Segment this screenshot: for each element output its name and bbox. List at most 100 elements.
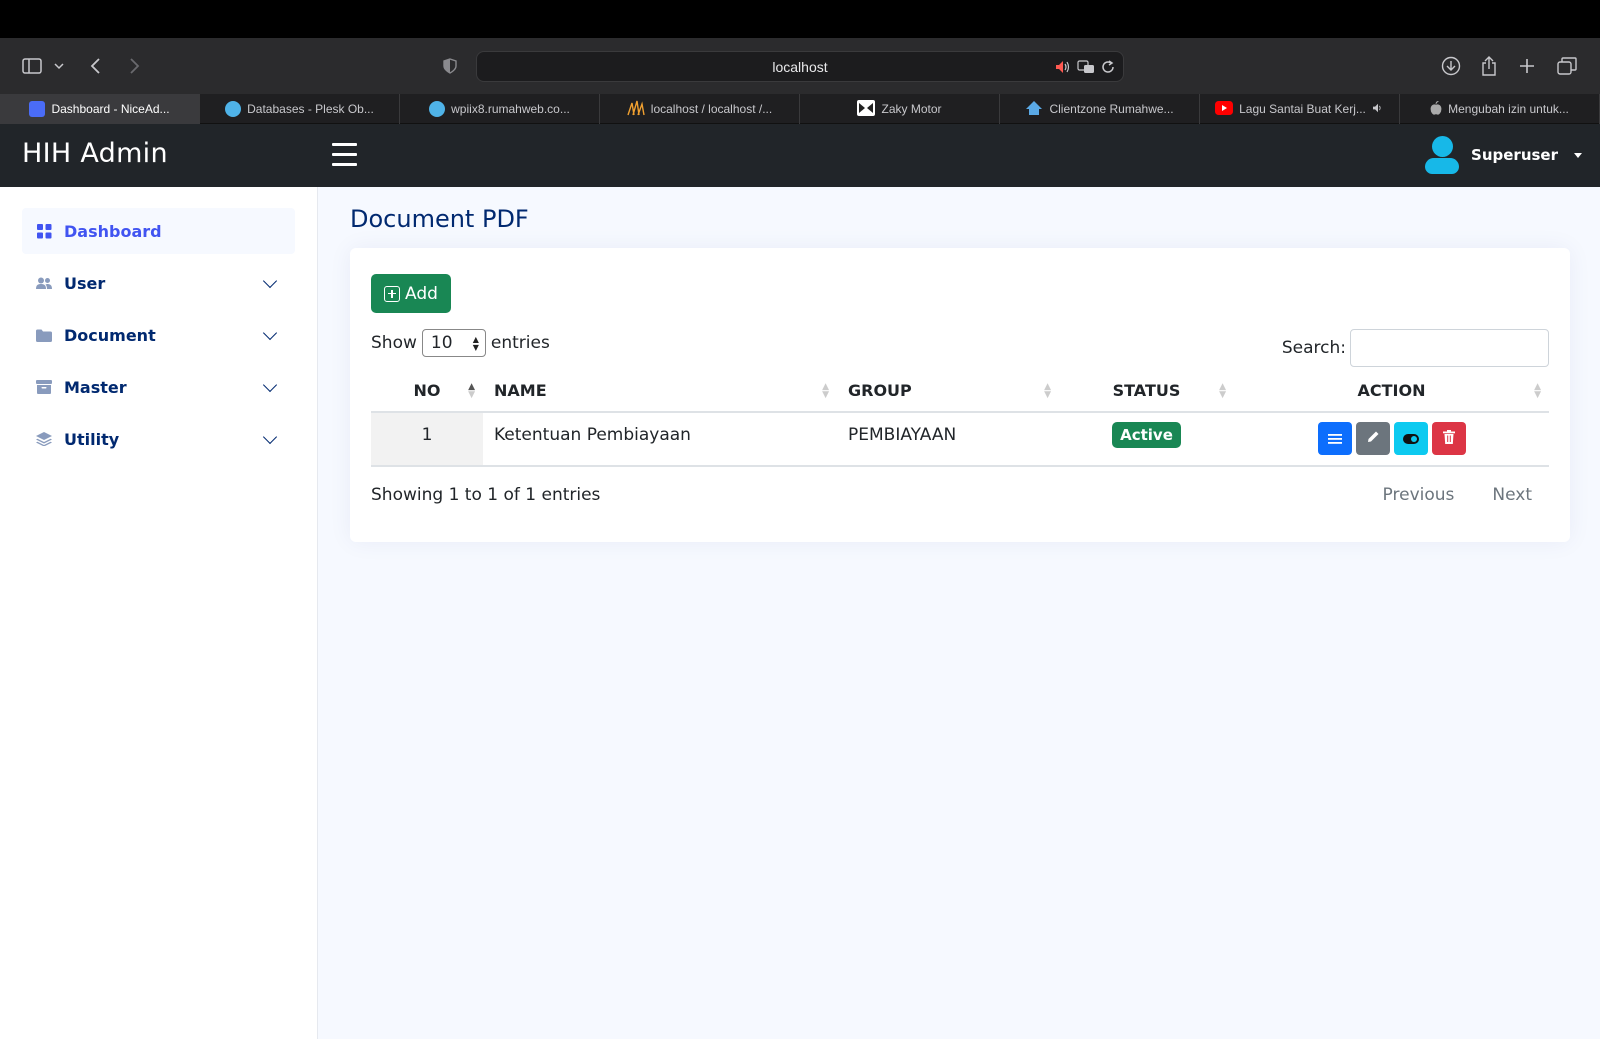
forward-icon[interactable]	[128, 58, 140, 74]
sidebar-item-utility[interactable]: Utility	[22, 416, 295, 462]
browser-tab-strip: Dashboard - NiceAd... Databases - Plesk …	[0, 94, 1600, 124]
globe-favicon-icon	[225, 101, 242, 117]
sidebar-item-label: Dashboard	[64, 221, 162, 241]
sort-icon: ▲ ▼	[1534, 382, 1541, 400]
cell-status: Active	[1059, 412, 1234, 467]
sidebar-item-master[interactable]: Master	[22, 364, 295, 410]
chevron-down-icon	[262, 273, 278, 289]
new-tab-icon[interactable]	[1519, 58, 1535, 74]
view-button[interactable]	[1317, 422, 1352, 455]
browser-tab[interactable]: Lagu Santai Buat Kerj...	[1200, 94, 1400, 124]
url-text: localhost	[772, 58, 828, 75]
cell-actions	[1234, 412, 1549, 467]
delete-button[interactable]	[1431, 422, 1466, 455]
app-header: HIH Admin Superuser	[0, 124, 1600, 187]
pencil-icon	[1366, 429, 1380, 449]
table-row: 1 Ketentuan Pembiayaan PEMBIAYAAN Active	[371, 412, 1549, 467]
browser-tab[interactable]: Mengubah izin untuk...	[1400, 94, 1600, 124]
sidebar-item-label: Utility	[64, 429, 120, 449]
toggle-icon	[1402, 429, 1419, 449]
sort-asc-icon: ▲ ▼	[468, 382, 475, 400]
table-header-row: NO ▲ ▼ NAME ▲ ▼ GROUP ▲ ▼ STATUS ▲ ▼ ACT…	[371, 370, 1549, 413]
sidebar-item-label: User	[64, 273, 106, 293]
brand-logo[interactable]: HIH Admin	[22, 138, 168, 169]
rumahweb-favicon-icon	[1025, 100, 1043, 119]
table-info: Showing 1 to 1 of 1 entries	[371, 485, 601, 505]
sidebar-toggle-icon[interactable]	[22, 58, 42, 74]
zaky-favicon-icon	[857, 99, 876, 119]
sidebar: Dashboard User Document Master Utility	[0, 187, 318, 1039]
main-content: Document PDF Add Show 10 ▲ ▼ entries Sear…	[318, 187, 1600, 1039]
layers-icon	[36, 431, 52, 447]
sidebar-item-label: Document	[64, 325, 156, 345]
top-black-bar	[0, 0, 1600, 38]
tab-label: Clientzone Rumahwe...	[1049, 102, 1174, 116]
sidebar-item-label: Master	[64, 377, 127, 397]
caret-down-icon	[1574, 152, 1582, 158]
tab-label: Databases - Plesk Ob...	[247, 102, 374, 116]
search-label: Search:	[1281, 338, 1346, 358]
phpmyadmin-favicon-icon	[627, 100, 645, 119]
tab-audio-icon[interactable]	[1372, 102, 1384, 116]
chevron-down-icon[interactable]	[54, 62, 64, 70]
status-badge: Active	[1112, 422, 1181, 448]
entries-label: entries	[490, 333, 550, 353]
globe-favicon-icon	[429, 101, 446, 117]
browser-tab[interactable]: localhost / localhost /...	[600, 94, 800, 124]
hamburger-menu-icon[interactable]	[332, 143, 357, 166]
tab-label: wpiix8.rumahweb.co...	[451, 102, 570, 116]
share-icon[interactable]	[1480, 56, 1498, 76]
page-title: Document PDF	[350, 205, 529, 233]
column-header-name[interactable]: NAME ▲ ▼	[483, 370, 837, 413]
sort-icon: ▲ ▼	[822, 382, 829, 400]
sidebar-item-dashboard[interactable]: Dashboard	[22, 208, 295, 254]
cell-name: Ketentuan Pembiayaan	[483, 412, 837, 467]
toggle-status-button[interactable]	[1393, 422, 1428, 455]
reload-icon[interactable]	[1101, 59, 1115, 74]
chevron-down-icon	[262, 325, 278, 341]
edit-button[interactable]	[1355, 422, 1390, 455]
youtube-favicon-icon	[1215, 100, 1234, 118]
back-icon[interactable]	[90, 58, 102, 74]
people-icon	[36, 275, 52, 291]
folder-icon	[36, 327, 52, 343]
browser-toolbar: localhost	[0, 38, 1600, 94]
trash-icon	[1442, 429, 1455, 449]
tab-label: Lagu Santai Buat Kerj...	[1239, 102, 1366, 116]
search-control: Search:	[1282, 329, 1549, 367]
column-header-group[interactable]: GROUP ▲ ▼	[837, 370, 1059, 413]
entries-select[interactable]: 10 ▲ ▼	[421, 329, 486, 357]
next-button[interactable]: Next	[1492, 485, 1532, 505]
tab-label: localhost / localhost /...	[650, 102, 773, 116]
user-name: Superuser	[1471, 146, 1558, 164]
sidebar-item-user[interactable]: User	[22, 260, 295, 306]
download-icon[interactable]	[1441, 56, 1461, 76]
user-dropdown[interactable]: Superuser	[1425, 136, 1582, 174]
tab-overview-icon[interactable]	[1557, 57, 1577, 75]
entries-length-control: Show 10 ▲ ▼ entries	[371, 329, 550, 357]
browser-tab[interactable]: Zaky Motor	[800, 94, 1000, 124]
show-label: Show	[371, 333, 417, 353]
column-header-status[interactable]: STATUS ▲ ▼	[1059, 370, 1234, 413]
translate-icon[interactable]	[1077, 59, 1095, 74]
shield-icon	[443, 58, 457, 74]
previous-button[interactable]: Previous	[1383, 485, 1455, 505]
sort-icon: ▲ ▼	[1219, 382, 1226, 400]
apple-favicon-icon	[1430, 100, 1442, 118]
search-input[interactable]	[1350, 329, 1549, 367]
grid-icon	[36, 223, 52, 239]
document-card: Add Show 10 ▲ ▼ entries Search: NO ▲ ▼ N…	[350, 248, 1570, 542]
browser-tab[interactable]: Databases - Plesk Ob...	[200, 94, 400, 124]
sidebar-item-document[interactable]: Document	[22, 312, 295, 358]
browser-tab[interactable]: Dashboard - NiceAd...	[0, 94, 200, 124]
address-bar[interactable]: localhost	[476, 51, 1124, 82]
speaker-icon[interactable]	[1055, 60, 1071, 74]
chevron-down-icon	[262, 377, 278, 393]
browser-tab[interactable]: Clientzone Rumahwe...	[1000, 94, 1200, 124]
add-button[interactable]: Add	[371, 274, 451, 313]
browser-tab[interactable]: wpiix8.rumahweb.co...	[400, 94, 600, 124]
documents-table: NO ▲ ▼ NAME ▲ ▼ GROUP ▲ ▼ STATUS ▲ ▼ ACT…	[371, 370, 1549, 467]
column-header-action[interactable]: ACTION ▲ ▼	[1234, 370, 1549, 413]
column-header-no[interactable]: NO ▲ ▼	[371, 370, 483, 413]
entries-select-value: 10	[430, 333, 453, 353]
